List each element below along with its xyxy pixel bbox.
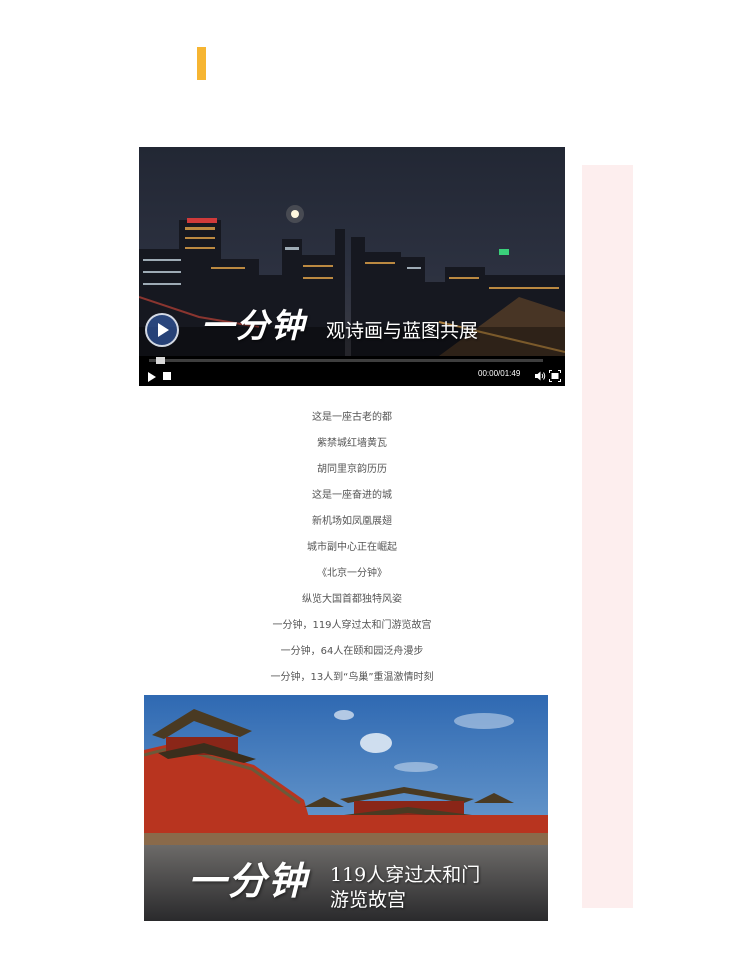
video-player[interactable]: 一分钟 观诗画与蓝图共展 00:00/01:49 [139,147,565,386]
photo-caption-line1: 119人穿过太和门 [330,864,481,886]
poem-line: 一分钟，64人在颐和园泛舟漫步 [280,646,424,657]
video-duration: 01:49 [500,369,521,378]
poem-line: 新机场如凤凰展翅 [312,516,392,527]
poem-line: 《北京一分钟》 [317,568,387,579]
poem-text: 这是一座古老的都 紫禁城红墙黄瓦 胡同里京韵历历 这是一座奋进的城 新机场如凤凰… [139,409,565,695]
video-progress-thumb[interactable] [156,357,165,364]
fullscreen-icon[interactable] [549,370,561,382]
video-caption: 一分钟 观诗画与蓝图共展 [201,299,478,347]
video-current-time: 00:00 [478,369,499,378]
poem-line: 一分钟，119人穿过太和门游览故宫 [272,620,432,631]
play-icon[interactable] [148,372,156,382]
video-controls: 00:00/01:49 [139,366,565,386]
photo-caption-line2: 游览故宫 [330,889,407,911]
side-panel [582,165,633,908]
volume-icon[interactable] [534,370,546,382]
poem-line: 这是一座古老的都 [312,412,392,423]
video-time-readout: 00:00/01:49 [478,369,520,378]
video-caption-brand: 一分钟 [201,306,306,345]
poem-line: 纵览大国首都独特风姿 [302,594,402,605]
poem-line: 城市副中心正在崛起 [307,542,397,553]
forbidden-city-photo: 一分钟 119人穿过太和门 游览故宫 [144,695,548,921]
poem-line: 紫禁城红墙黄瓦 [317,438,387,449]
section-accent-bar [197,47,206,80]
poem-line: 一分钟，13人到“鸟巢”重温激情时刻 [270,672,434,683]
video-caption-subtitle: 观诗画与蓝图共展 [326,320,479,342]
poem-line: 这是一座奋进的城 [312,490,392,501]
play-overlay-icon[interactable] [145,313,179,347]
video-progress-bar[interactable] [149,359,543,362]
photo-caption-brand: 一分钟 [188,858,309,903]
stop-icon[interactable] [163,372,171,380]
poem-line: 胡同里京韵历历 [317,464,387,475]
